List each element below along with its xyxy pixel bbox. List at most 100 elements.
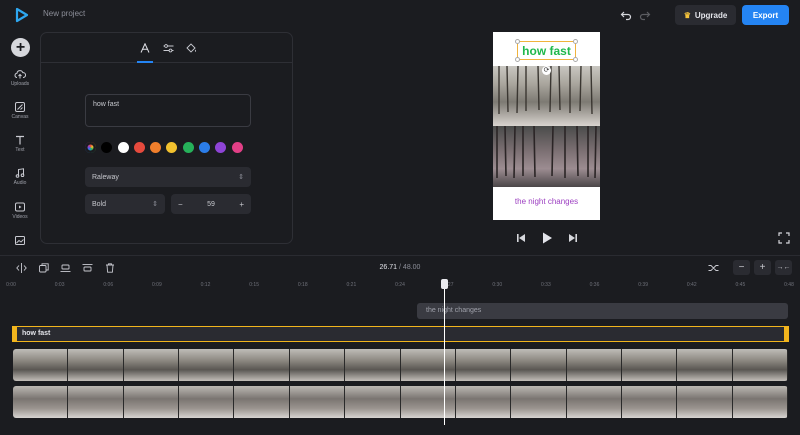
sidebar-item-text[interactable]: Text [0, 135, 40, 153]
color-swatch-red[interactable] [133, 142, 145, 153]
export-button[interactable]: Export [742, 5, 789, 25]
add-media-button[interactable]: + [11, 38, 30, 57]
timecode: 26.71 / 48.00 [360, 264, 440, 271]
cloud-upload-icon [14, 70, 26, 79]
preview-title-text: how fast [522, 44, 571, 58]
align-bottom-button[interactable] [58, 261, 73, 275]
video-thumbnail-frame [234, 349, 290, 381]
split-button[interactable] [14, 261, 29, 275]
zoom-in-button[interactable]: + [754, 260, 771, 275]
video-preview-canvas[interactable]: how fast ⟳ the night changes [493, 32, 600, 220]
color-swatch-pink[interactable] [231, 142, 243, 153]
color-picker-icon[interactable] [85, 142, 96, 153]
fit-timeline-button[interactable] [706, 261, 721, 275]
resize-handle[interactable] [515, 57, 520, 62]
selected-text-layer[interactable]: how fast [515, 39, 578, 62]
color-swatch-blue[interactable] [199, 142, 211, 153]
expand-timeline-icon[interactable]: →← [775, 260, 792, 275]
video-thumbnail-frame [345, 349, 401, 381]
upgrade-button[interactable]: ♛ Upgrade [675, 5, 736, 25]
color-swatch-black[interactable] [101, 142, 113, 153]
delete-button[interactable] [102, 261, 117, 275]
video-thumbnail-frame [68, 386, 124, 418]
text-track-clip[interactable]: how fast [12, 326, 789, 342]
font-family-value: Raleway [92, 173, 119, 181]
ruler-tick-label: 0:48 [784, 282, 794, 288]
rotate-handle-icon[interactable]: ⟳ [542, 66, 551, 75]
sidebar-item-label: Uploads [10, 81, 30, 87]
preview-caption-text: the night changes [514, 197, 579, 206]
font-weight-select[interactable]: Bold ⇕ [85, 194, 165, 214]
decrease-size-button[interactable]: − [178, 200, 183, 209]
text-properties-panel: how fast Raleway ⇕ Bold ⇕ − 59 + [40, 32, 293, 244]
font-size-value[interactable]: 59 [207, 201, 215, 208]
tab-fill[interactable] [183, 40, 199, 56]
color-swatch-white[interactable] [117, 142, 129, 153]
color-swatch-yellow[interactable] [166, 142, 178, 153]
ruler-tick-label: 0:15 [249, 282, 259, 288]
tab-text[interactable] [137, 40, 153, 56]
zoom-out-button[interactable]: − [733, 260, 750, 275]
increase-size-button[interactable]: + [239, 200, 244, 209]
crown-icon: ♛ [683, 10, 691, 20]
text-content-field[interactable]: how fast [85, 94, 251, 127]
trash-icon [105, 263, 114, 273]
ruler-tick-label: 0:24 [395, 282, 405, 288]
video-icon [15, 202, 25, 212]
color-swatch-purple[interactable] [215, 142, 227, 153]
caption-track-clip[interactable]: the night changes [417, 303, 788, 319]
video-thumbnail-frame [289, 349, 346, 381]
image-icon [15, 236, 25, 245]
sidebar-item-uploads[interactable]: Uploads [0, 69, 40, 87]
time-separator: / [399, 264, 401, 271]
video-thumbnail-frame [732, 386, 788, 418]
color-swatch-orange[interactable] [150, 142, 162, 153]
playhead-handle[interactable] [441, 279, 448, 289]
sliders-icon [163, 44, 173, 53]
timeline-ruler[interactable]: 0:00 0:03 0:06 0:09 0:12 0:15 0:18 0:21 0:24 0:27… [0, 280, 800, 294]
skip-back-icon[interactable] [516, 233, 526, 243]
video-thumbnail-frame [621, 349, 678, 381]
tab-adjust[interactable] [160, 40, 176, 56]
resize-handle[interactable] [573, 39, 578, 44]
align-top-button[interactable] [80, 261, 95, 275]
fullscreen-icon[interactable] [778, 232, 790, 244]
sidebar-item-canvas[interactable]: Canvas [0, 102, 40, 120]
skip-forward-icon[interactable] [568, 233, 578, 243]
redo-icon[interactable] [639, 9, 651, 21]
left-sidebar: + Uploads Canvas Text Audio Videos [0, 30, 40, 254]
play-icon[interactable] [541, 232, 553, 244]
project-title[interactable]: New project [43, 9, 85, 18]
ruler-tick-label: 0:33 [541, 282, 551, 288]
music-note-icon [15, 168, 25, 178]
video-thumbnail-frame [179, 349, 235, 381]
logo-icon[interactable] [14, 7, 30, 23]
color-swatch-green[interactable] [182, 142, 194, 153]
top-bar: New project ♛ Upgrade Export [0, 0, 800, 30]
undo-icon[interactable] [620, 9, 632, 21]
video-thumbnail-frame [732, 349, 788, 381]
upgrade-label: Upgrade [694, 10, 728, 20]
video-thumbnail-frame [400, 386, 456, 418]
duplicate-button[interactable] [36, 261, 51, 275]
video-thumbnail-frame [123, 386, 180, 418]
video-track-clip-1[interactable] [13, 349, 788, 381]
ruler-tick-label: 0:36 [589, 282, 600, 288]
resize-handle[interactable] [515, 39, 520, 44]
current-time: 26.71 [379, 264, 398, 271]
sidebar-item-audio[interactable]: Audio [0, 168, 40, 186]
sidebar-item-videos[interactable]: Videos [0, 202, 40, 220]
video-thumbnail-frame [13, 349, 69, 381]
ruler-tick-label: 0:09 [152, 282, 162, 288]
ruler-tick-label: 0:45 [735, 282, 746, 288]
font-family-select[interactable]: Raleway ⇕ [85, 167, 251, 187]
video-thumbnail-frame [566, 386, 622, 418]
video-track-clip-2[interactable] [13, 386, 788, 418]
video-thumbnail-frame [566, 349, 622, 381]
preview-clip-forest-top [493, 65, 600, 126]
trim-handle-left[interactable] [12, 326, 17, 342]
trim-handle-right[interactable] [784, 326, 789, 342]
sidebar-item-images[interactable] [0, 236, 40, 245]
resize-handle[interactable] [573, 57, 578, 62]
text-a-icon [140, 43, 150, 53]
